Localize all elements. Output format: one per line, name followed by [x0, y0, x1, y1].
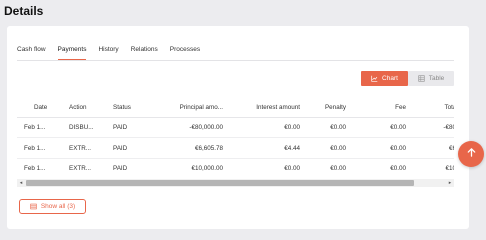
cell-action: EXTR... — [69, 145, 92, 152]
table-row[interactable]: Feb 1... EXTR... PAID €10,000.00 €0.00 €… — [17, 159, 454, 178]
header-interest[interactable]: Interest amount — [227, 98, 300, 117]
cell-total: €10,... — [445, 165, 454, 172]
chart-view-button[interactable]: Chart — [361, 71, 408, 86]
table-row[interactable]: Feb 1... DISBU... PAID -€80,000.00 €0.00… — [17, 118, 454, 138]
arrow-up-icon — [466, 145, 477, 163]
cell-interest: €0.00 — [284, 124, 300, 131]
tab-divider — [17, 60, 454, 61]
cell-action: DISBU... — [69, 124, 94, 131]
cell-penalty: €0.00 — [330, 145, 346, 152]
cell-total: -€80,... — [443, 124, 454, 131]
tab-bar: Cash flow Payments History Relations Pro… — [17, 45, 212, 60]
list-icon — [30, 203, 37, 210]
cell-principal: €6,605.78 — [194, 145, 223, 152]
tab-relations[interactable]: Relations — [131, 45, 158, 60]
cell-penalty: €0.00 — [330, 124, 346, 131]
table-view-label: Table — [428, 75, 445, 82]
cell-fee: €0.00 — [390, 124, 406, 131]
page-title: Details — [4, 4, 44, 18]
cell-fee: €0.00 — [390, 165, 406, 172]
cell-principal: -€80,000.00 — [189, 124, 223, 131]
line-chart-icon — [371, 75, 378, 82]
header-date[interactable]: Date — [34, 98, 56, 117]
header-principal[interactable]: Principal amo... — [145, 98, 223, 117]
cell-date: Feb 1... — [24, 124, 46, 131]
table-header-row: Date Action Status Principal amo... Inte… — [17, 98, 454, 118]
table-icon — [418, 75, 425, 82]
payments-table: Date Action Status Principal amo... Inte… — [17, 98, 454, 178]
scroll-right-icon[interactable]: ▸ — [447, 180, 453, 186]
header-action[interactable]: Action — [69, 98, 99, 117]
scroll-left-icon[interactable]: ◂ — [18, 180, 24, 186]
cell-fee: €0.00 — [390, 145, 406, 152]
table-view-button[interactable]: Table — [408, 71, 454, 86]
show-all-label: Show all (3) — [40, 203, 76, 210]
scrollbar-thumb[interactable] — [26, 180, 414, 186]
header-fee[interactable]: Fee — [365, 98, 406, 117]
cell-action: EXTR... — [69, 165, 92, 172]
chart-view-label: Chart — [382, 75, 398, 82]
scroll-to-top-button[interactable] — [458, 141, 484, 167]
cell-status: PAID — [113, 124, 128, 131]
header-penalty[interactable]: Penalty — [306, 98, 346, 117]
tab-payments[interactable]: Payments — [57, 45, 86, 60]
tab-cash-flow[interactable]: Cash flow — [17, 45, 46, 60]
header-status[interactable]: Status — [113, 98, 138, 117]
cell-interest: €4.44 — [284, 145, 300, 152]
cell-status: PAID — [113, 145, 128, 152]
cell-principal: €10,000.00 — [191, 165, 223, 172]
cell-status: PAID — [113, 165, 128, 172]
cell-date: Feb 1... — [24, 145, 46, 152]
cell-interest: €0.00 — [284, 165, 300, 172]
show-all-button[interactable]: Show all (3) — [19, 199, 86, 214]
horizontal-scrollbar[interactable]: ◂ ▸ — [17, 179, 454, 187]
header-total[interactable]: Total a — [417, 98, 454, 117]
cell-total: €6,... — [448, 145, 454, 152]
table-row[interactable]: Feb 1... EXTR... PAID €6,605.78 €4.44 €0… — [17, 139, 454, 159]
cell-date: Feb 1... — [24, 165, 46, 172]
tab-processes[interactable]: Processes — [170, 45, 200, 60]
tab-history[interactable]: History — [98, 45, 118, 60]
cell-penalty: €0.00 — [330, 165, 346, 172]
